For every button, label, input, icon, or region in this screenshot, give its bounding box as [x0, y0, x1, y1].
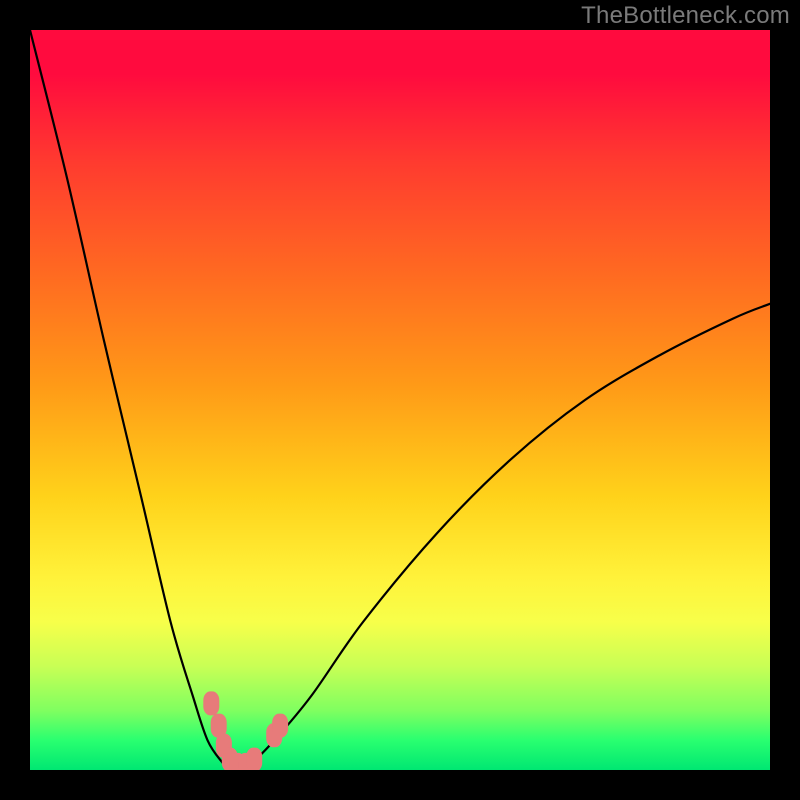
highlight-markers — [203, 691, 288, 770]
bottleneck-curve — [30, 30, 770, 770]
curve-layer — [30, 30, 770, 770]
highlight-marker — [203, 691, 219, 715]
highlight-marker — [272, 714, 288, 738]
highlight-marker — [246, 748, 262, 770]
plot-area — [30, 30, 770, 770]
chart-stage: TheBottleneck.com — [0, 0, 800, 800]
watermark-text: TheBottleneck.com — [581, 2, 790, 30]
